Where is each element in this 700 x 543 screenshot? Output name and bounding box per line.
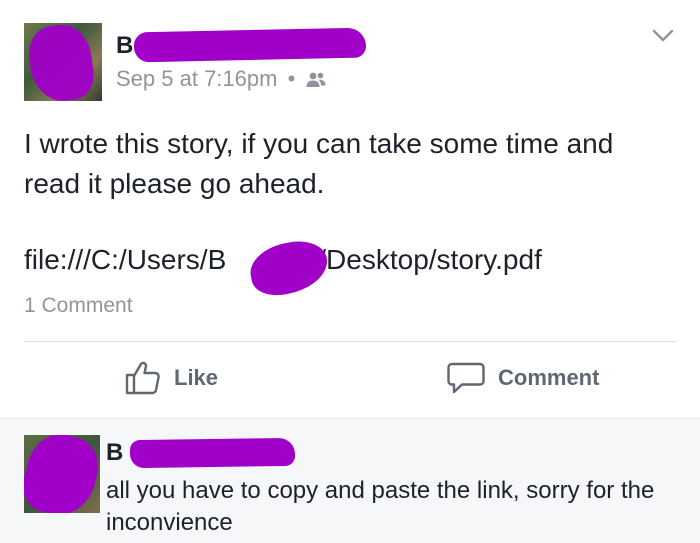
post-options-chevron-icon[interactable] [648, 20, 678, 50]
comment-count[interactable]: 1 Comment [24, 294, 133, 318]
post-text: I wrote this story, if you can take some… [24, 128, 614, 199]
friends-icon[interactable] [305, 69, 327, 95]
link-suffix: /Desktop/story.pdf [318, 244, 542, 275]
author-name[interactable]: B [116, 32, 133, 60]
avatar-redaction [25, 23, 97, 101]
comment-text: all you have to copy and paste the link,… [106, 477, 655, 536]
commenter-name[interactable]: B [106, 439, 123, 467]
actions-divider [24, 341, 676, 342]
like-label: Like [174, 365, 219, 390]
comment-button[interactable]: Comment [446, 360, 599, 396]
post-card: B Sep 5 at 7:16pm • I wrote this story, … [0, 0, 700, 418]
thumbs-up-icon [125, 361, 160, 395]
like-button[interactable]: Like [124, 360, 218, 396]
post-timestamp[interactable]: Sep 5 at 7:16pm [116, 66, 277, 91]
commenter-avatar[interactable] [24, 435, 100, 513]
speech-bubble-icon [447, 362, 485, 394]
commenter-avatar-redaction [24, 435, 100, 513]
link-prefix: file:///C:/Users/B [24, 244, 227, 275]
comments-section: B all you have to copy and paste the lin… [0, 418, 700, 543]
commenter-name-redaction [129, 437, 296, 469]
comment-label: Comment [498, 365, 600, 390]
post-body: I wrote this story, if you can take some… [24, 124, 664, 204]
author-avatar[interactable] [24, 23, 102, 101]
post-meta: Sep 5 at 7:16pm • [116, 66, 327, 95]
author-name-redaction [133, 27, 367, 63]
meta-separator: • [287, 66, 296, 91]
